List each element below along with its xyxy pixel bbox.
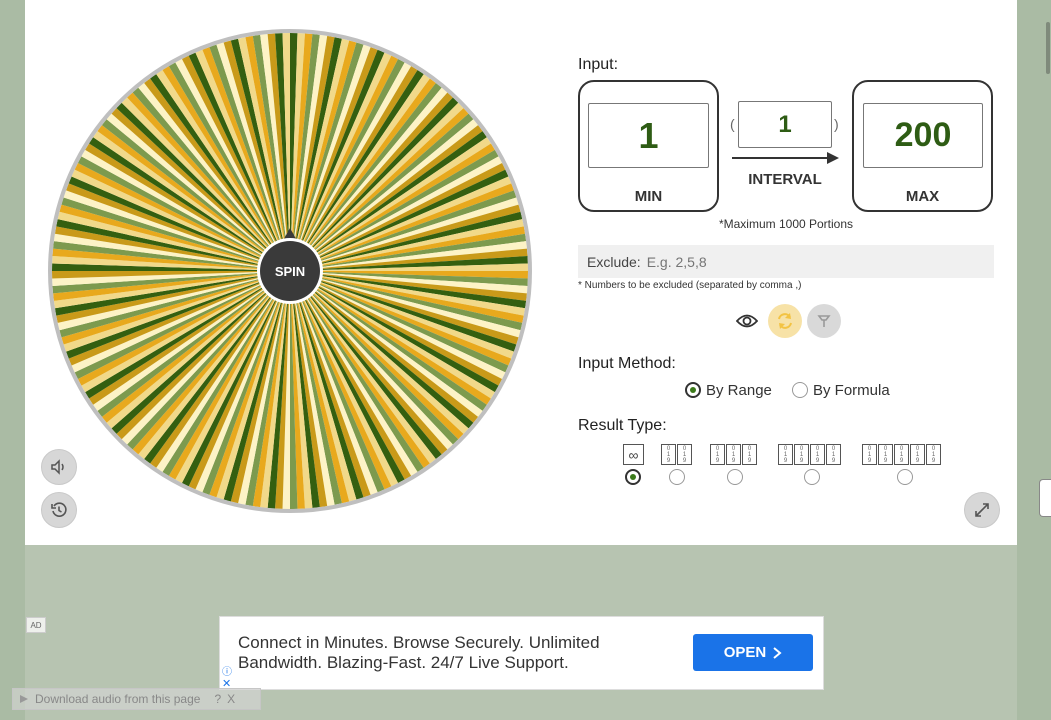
paren-close: ) bbox=[834, 116, 839, 132]
exclude-field-container: Exclude: bbox=[578, 245, 994, 278]
exclude-input[interactable] bbox=[646, 253, 947, 270]
result-type-3-digits: 019019019 bbox=[710, 444, 757, 465]
right-background-strip bbox=[1017, 0, 1051, 720]
infinity-symbol: ∞ bbox=[623, 444, 644, 465]
speaker-icon bbox=[51, 459, 64, 475]
max-portions-note: *Maximum 1000 Portions bbox=[718, 217, 854, 231]
exclude-label: Exclude: bbox=[587, 253, 641, 270]
result-type-5-digits: 019019019019019 bbox=[862, 444, 941, 465]
by-range-label: By Range bbox=[706, 382, 772, 399]
radio-result-5[interactable] bbox=[897, 469, 913, 485]
ad-tag: AD bbox=[26, 617, 46, 633]
interval-label: INTERVAL bbox=[748, 171, 822, 188]
download-audio-label: Download audio from this page bbox=[35, 692, 201, 706]
radio-result-4[interactable] bbox=[804, 469, 820, 485]
eye-icon bbox=[736, 314, 758, 328]
spin-label: SPIN bbox=[275, 264, 305, 279]
left-background-strip bbox=[0, 0, 25, 720]
radio-result-3[interactable] bbox=[727, 469, 743, 485]
clear-button[interactable] bbox=[807, 304, 841, 338]
clear-icon bbox=[817, 315, 831, 327]
reset-button[interactable] bbox=[768, 304, 802, 338]
fullscreen-button[interactable] bbox=[964, 492, 1000, 528]
sound-button[interactable] bbox=[41, 449, 77, 485]
exclude-note: * Numbers to be excluded (separated by c… bbox=[578, 280, 802, 291]
ad-text: Connect in Minutes. Browse Securely. Unl… bbox=[238, 633, 600, 672]
download-audio-bar[interactable]: Download audio from this page ? X bbox=[12, 688, 261, 710]
close-icon[interactable]: X bbox=[227, 692, 235, 706]
expand-icon bbox=[975, 503, 989, 517]
interval-field[interactable]: 1 bbox=[738, 101, 832, 148]
result-type-title: Result Type: bbox=[578, 417, 667, 434]
ad-info-icon[interactable]: ⓘ bbox=[222, 663, 232, 678]
ad-open-button[interactable]: OPEN bbox=[693, 634, 813, 671]
help-icon[interactable]: ? bbox=[214, 692, 221, 706]
history-icon bbox=[51, 502, 67, 517]
max-field[interactable]: 200 bbox=[863, 103, 983, 168]
scrollbar-thumb[interactable] bbox=[1046, 22, 1050, 74]
overlay-tab[interactable] bbox=[1039, 479, 1051, 517]
input-method-title: Input Method: bbox=[578, 355, 676, 372]
by-formula-label: By Formula bbox=[813, 382, 890, 399]
refresh-icon bbox=[778, 313, 792, 329]
chevron-right-icon bbox=[773, 646, 782, 659]
ad-banner[interactable]: Connect in Minutes. Browse Securely. Unl… bbox=[219, 616, 824, 690]
show-results-button[interactable] bbox=[730, 304, 764, 338]
max-label: MAX bbox=[905, 188, 940, 205]
result-type-infinity: ∞ bbox=[623, 444, 644, 465]
min-field[interactable]: 1 bbox=[588, 103, 709, 168]
min-label: MIN bbox=[634, 188, 663, 205]
ad-open-label: OPEN bbox=[723, 644, 767, 661]
radio-result-2[interactable] bbox=[669, 469, 685, 485]
spin-wheel[interactable]: SPIN bbox=[47, 28, 533, 514]
play-icon bbox=[20, 695, 28, 703]
radio-result-infinity[interactable] bbox=[625, 469, 641, 485]
result-type-4-digits: 019019019019 bbox=[778, 444, 841, 465]
result-type-2-digits: 019019 bbox=[661, 444, 692, 465]
radio-by-range[interactable] bbox=[685, 382, 701, 398]
history-button[interactable] bbox=[41, 492, 77, 528]
arrow-right-icon bbox=[732, 152, 839, 164]
radio-by-formula[interactable] bbox=[792, 382, 808, 398]
input-title: Input: bbox=[578, 56, 619, 73]
paren-open: ( bbox=[730, 116, 735, 132]
